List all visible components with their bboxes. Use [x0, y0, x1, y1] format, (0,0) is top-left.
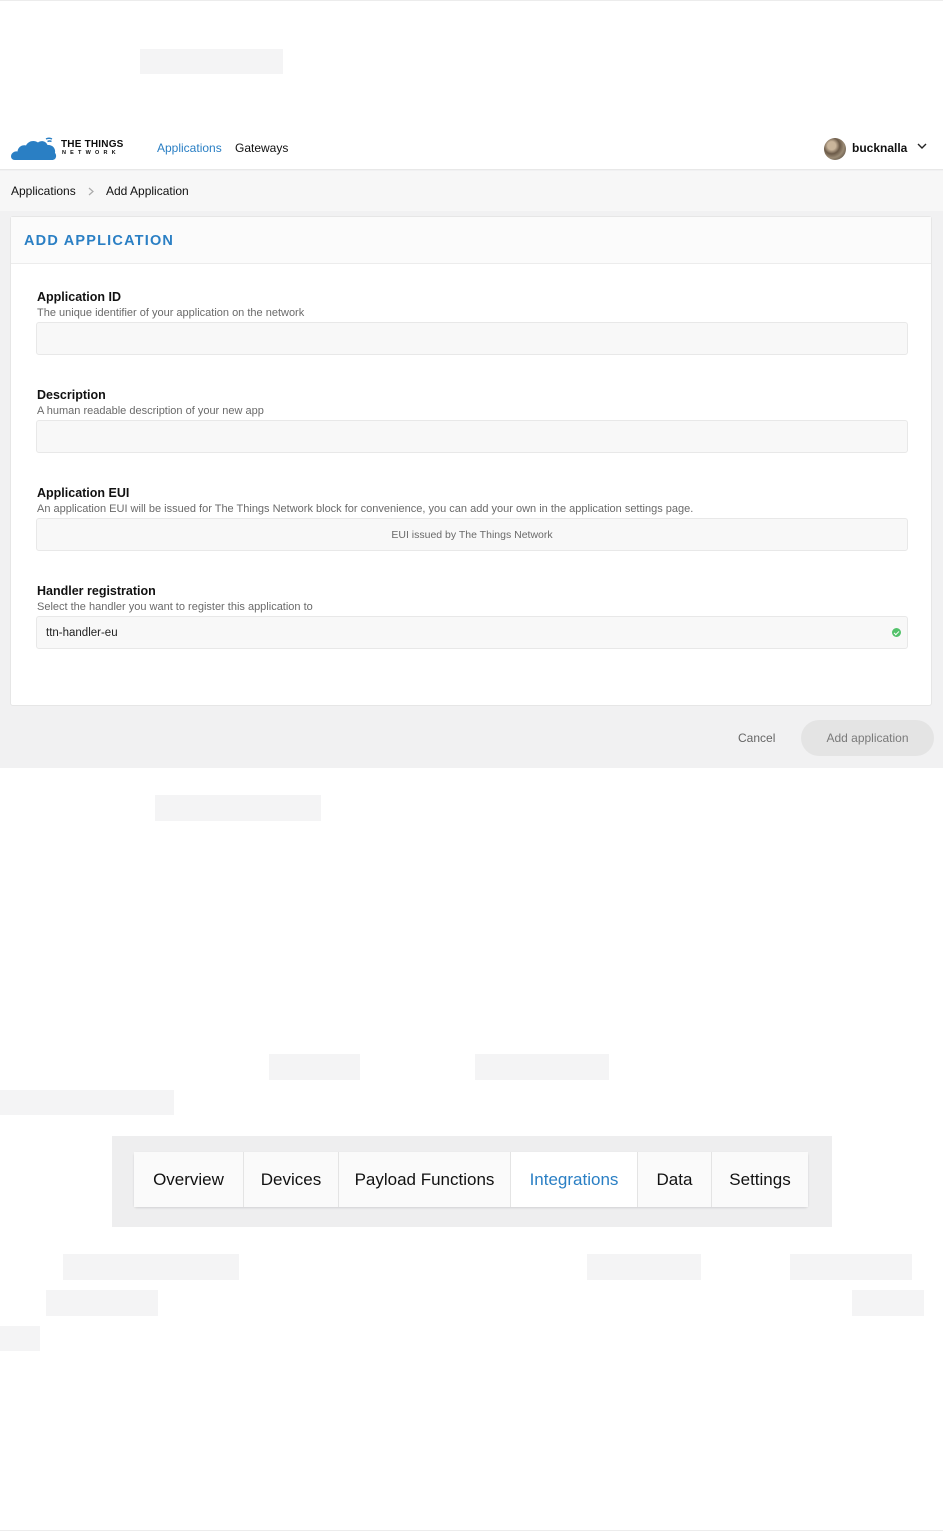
chevron-down-icon[interactable]	[917, 142, 927, 150]
tab-integrations[interactable]: Integrations	[511, 1152, 638, 1207]
nav-applications-link[interactable]: Applications	[157, 141, 222, 155]
tab-payload-functions[interactable]: Payload Functions	[339, 1152, 511, 1207]
redacted-text-block	[63, 1254, 239, 1280]
page-title: ADD APPLICATION	[24, 233, 175, 249]
redacted-text-block	[790, 1254, 912, 1280]
top-navigation-bar: THE THINGS NETWORK Applications Gateways…	[0, 128, 943, 170]
check-circle-icon	[892, 628, 901, 637]
page-bottom-border	[0, 1530, 943, 1531]
breadcrumb-add-application: Add Application	[106, 184, 189, 198]
redacted-text-block	[140, 49, 283, 74]
application-id-description: The unique identifier of your applicatio…	[37, 307, 305, 319]
tab-bar: Overview Devices Payload Functions Integ…	[134, 1152, 808, 1207]
chevron-right-icon	[88, 187, 94, 196]
handler-registration-input[interactable]	[36, 616, 908, 649]
handler-registration-description: Select the handler you want to register …	[37, 601, 313, 613]
tab-overview[interactable]: Overview	[134, 1152, 244, 1207]
redacted-text-block	[155, 795, 321, 821]
ttn-console-screenshot: THE THINGS NETWORK Applications Gateways…	[0, 128, 943, 768]
description-input[interactable]	[36, 420, 908, 453]
redacted-text-block	[852, 1290, 924, 1316]
logo-subtitle: NETWORK	[62, 150, 120, 156]
application-eui-description: An application EUI will be issued for Th…	[37, 503, 694, 515]
handler-registration-label: Handler registration	[37, 584, 156, 598]
redacted-text-block	[269, 1054, 360, 1080]
description-label: Description	[37, 388, 106, 402]
add-application-button[interactable]: Add application	[801, 720, 934, 756]
ttn-logo[interactable]: THE THINGS NETWORK	[10, 136, 130, 162]
redacted-text-block	[46, 1290, 158, 1316]
nav-gateways-link[interactable]: Gateways	[235, 141, 288, 155]
card-header: ADD APPLICATION	[11, 217, 931, 264]
breadcrumb: Applications Add Application	[0, 171, 943, 211]
application-tabs-screenshot: Overview Devices Payload Functions Integ…	[112, 1136, 832, 1227]
tab-data[interactable]: Data	[638, 1152, 712, 1207]
ttn-cloud-logo-icon	[11, 137, 57, 160]
logo-title: THE THINGS	[61, 139, 124, 150]
application-eui-label: Application EUI	[37, 486, 130, 500]
application-eui-input[interactable]	[36, 518, 908, 551]
username-label[interactable]: bucknalla	[852, 141, 907, 155]
redacted-text-block	[0, 1326, 40, 1351]
page-top-border	[0, 0, 943, 1]
tab-settings[interactable]: Settings	[712, 1152, 808, 1207]
redacted-text-block	[587, 1254, 701, 1280]
redacted-text-block	[475, 1054, 609, 1080]
avatar[interactable]	[824, 138, 846, 160]
tab-devices[interactable]: Devices	[244, 1152, 339, 1207]
breadcrumb-applications[interactable]: Applications	[11, 184, 76, 198]
redacted-text-block	[0, 1090, 174, 1115]
application-id-label: Application ID	[37, 290, 122, 304]
add-application-card: ADD APPLICATION Application ID The uniqu…	[10, 216, 932, 706]
cancel-button[interactable]: Cancel	[738, 731, 775, 745]
application-id-input[interactable]	[36, 322, 908, 355]
description-description: A human readable description of your new…	[37, 405, 264, 417]
